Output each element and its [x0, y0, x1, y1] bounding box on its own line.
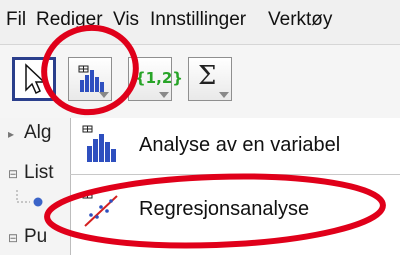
tree-row-list[interactable]: ⊟ List: [8, 162, 54, 184]
menu-item-regression-analysis[interactable]: Regresjonsanalyse: [71, 185, 400, 235]
chevron-down-icon: [159, 92, 169, 98]
menu-separator: [70, 174, 400, 175]
collapse-icon: ⊟: [8, 167, 19, 181]
menu-item-label: Regresjonsanalyse: [139, 198, 310, 220]
menu-bar: Fil Rediger Vis Innstillinger Verktøy: [0, 0, 400, 45]
scatter-regression-icon: [82, 191, 118, 227]
analysis-dropdown-menu: Analyse av en variabel Regresjonsanalyse: [70, 118, 400, 255]
tree-row-algebra[interactable]: ▸ Alg: [8, 122, 51, 144]
menu-view[interactable]: Vis: [113, 9, 139, 31]
list-icon: {1,2}: [135, 69, 183, 87]
chevron-right-icon: ▸: [8, 127, 15, 141]
sum-tool-button[interactable]: Σ: [188, 57, 232, 101]
move-tool-button[interactable]: [12, 57, 56, 101]
chevron-down-icon: [99, 92, 109, 98]
bar-chart-icon: [82, 125, 116, 162]
chevron-down-icon: [219, 92, 229, 98]
tree-connector-icon: [16, 190, 43, 207]
menu-file[interactable]: Fil: [6, 9, 26, 31]
tree-row-points[interactable]: ⊟ Pu: [8, 226, 47, 248]
pointer-arrow-icon: [25, 63, 46, 95]
menu-edit[interactable]: Rediger: [36, 9, 103, 31]
menu-tools[interactable]: Verktøy: [268, 9, 332, 31]
sigma-icon: Σ: [198, 61, 217, 91]
algebra-view-panel: ▸ Alg ⊟ List ⊟ Pu: [0, 118, 75, 255]
list-tool-button[interactable]: {1,2}: [128, 57, 183, 101]
menu-item-one-variable-analysis[interactable]: Analyse av en variabel: [71, 121, 400, 171]
collapse-icon: ⊟: [8, 231, 19, 245]
menu-settings[interactable]: Innstillinger: [150, 9, 246, 31]
menu-item-label: Analyse av en variabel: [139, 134, 341, 156]
analysis-tool-button[interactable]: [68, 57, 112, 101]
